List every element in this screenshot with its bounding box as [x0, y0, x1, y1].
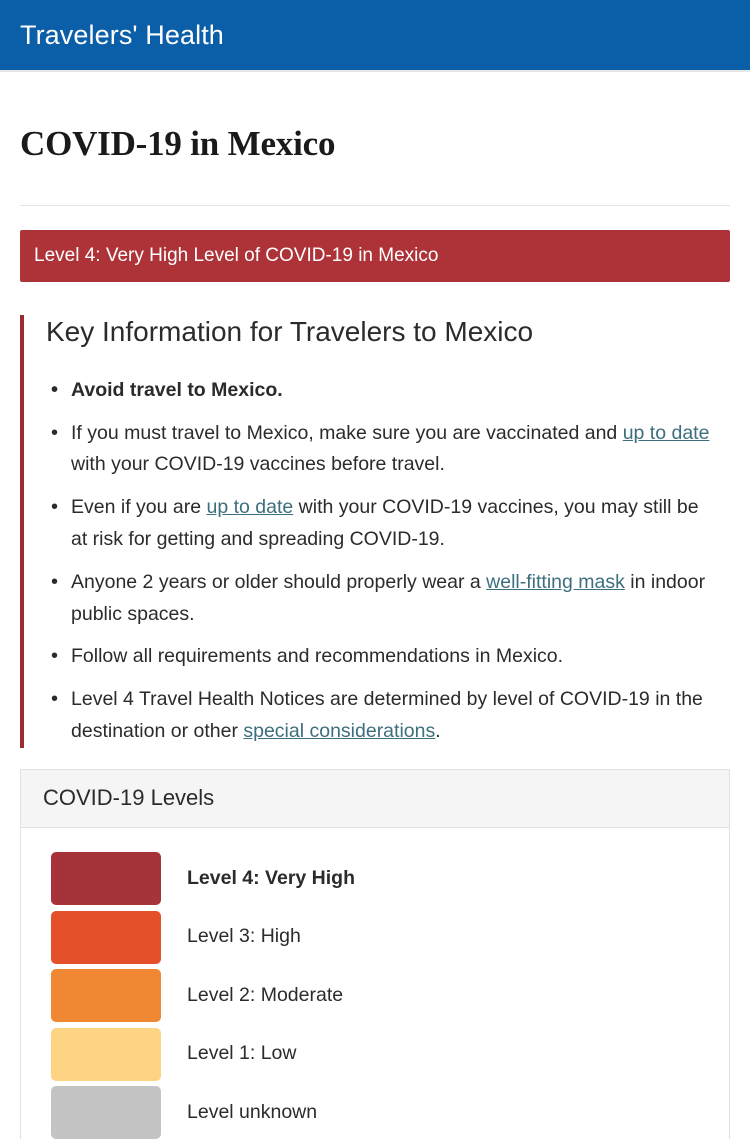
- title-divider: [20, 205, 730, 207]
- key-information-bullet: Follow all requirements and recommendati…: [51, 640, 730, 673]
- key-information-bullet: Even if you are up to date with your COV…: [51, 491, 730, 556]
- level-banner: Level 4: Very High Level of COVID-19 in …: [20, 230, 730, 283]
- legend-row: Level 2: Moderate: [51, 969, 729, 1023]
- legend-color-swatch: [51, 1086, 161, 1140]
- key-information-bullet: Anyone 2 years or older should properly …: [51, 566, 730, 631]
- inline-link[interactable]: up to date: [207, 496, 294, 518]
- site-header: Travelers' Health: [0, 0, 750, 70]
- covid-levels-card: COVID-19 Levels Level 4: Very High Level …: [20, 768, 730, 1140]
- key-information-bullet: Level 4 Travel Health Notices are determ…: [51, 683, 730, 748]
- legend-color-swatch: [51, 969, 161, 1023]
- legend-row: Level 3: High: [51, 910, 729, 964]
- header-divider: [0, 70, 750, 72]
- legend-color-swatch: [51, 1027, 161, 1081]
- key-information-list: Avoid travel to Mexico. If you must trave…: [46, 374, 730, 748]
- page-title: COVID-19 in Mexico: [20, 124, 336, 163]
- inline-link[interactable]: up to date: [623, 422, 710, 444]
- legend-color-swatch: [51, 852, 161, 906]
- key-information-bullet: Avoid travel to Mexico.: [51, 374, 730, 407]
- legend-label: Level 2: Moderate: [187, 983, 344, 1006]
- key-information-heading: Key Information for Travelers to Mexico: [46, 316, 534, 348]
- legend-row: Level unknown: [51, 1086, 729, 1140]
- legend-label: Level 1: Low: [187, 1042, 297, 1065]
- key-information-bullet: If you must travel to Mexico, make sure …: [51, 417, 730, 482]
- page-content: COVID-19 in Mexico Level 4: Very High Le…: [0, 124, 750, 1140]
- legend-label: Level unknown: [187, 1100, 318, 1123]
- legend-label: Level 3: High: [187, 925, 301, 948]
- covid-levels-title: COVID-19 Levels: [43, 784, 215, 810]
- covid-levels-card-header: COVID-19 Levels: [21, 769, 729, 829]
- key-information-panel: Key Information for Travelers to Mexico …: [20, 315, 730, 748]
- legend-row: Level 4: Very High: [51, 852, 729, 906]
- inline-link[interactable]: special considerations: [243, 720, 435, 742]
- legend-color-swatch: [51, 910, 161, 964]
- level-banner-text: Level 4: Very High Level of COVID-19 in …: [34, 245, 439, 267]
- inline-link[interactable]: well-fitting mask: [486, 571, 625, 593]
- covid-levels-legend: Level 4: Very High Level 3: High Level 2: …: [21, 828, 729, 1140]
- legend-label: Level 4: Very High: [187, 866, 355, 889]
- legend-row: Level 1: Low: [51, 1027, 729, 1081]
- site-header-title: Travelers' Health: [20, 19, 224, 50]
